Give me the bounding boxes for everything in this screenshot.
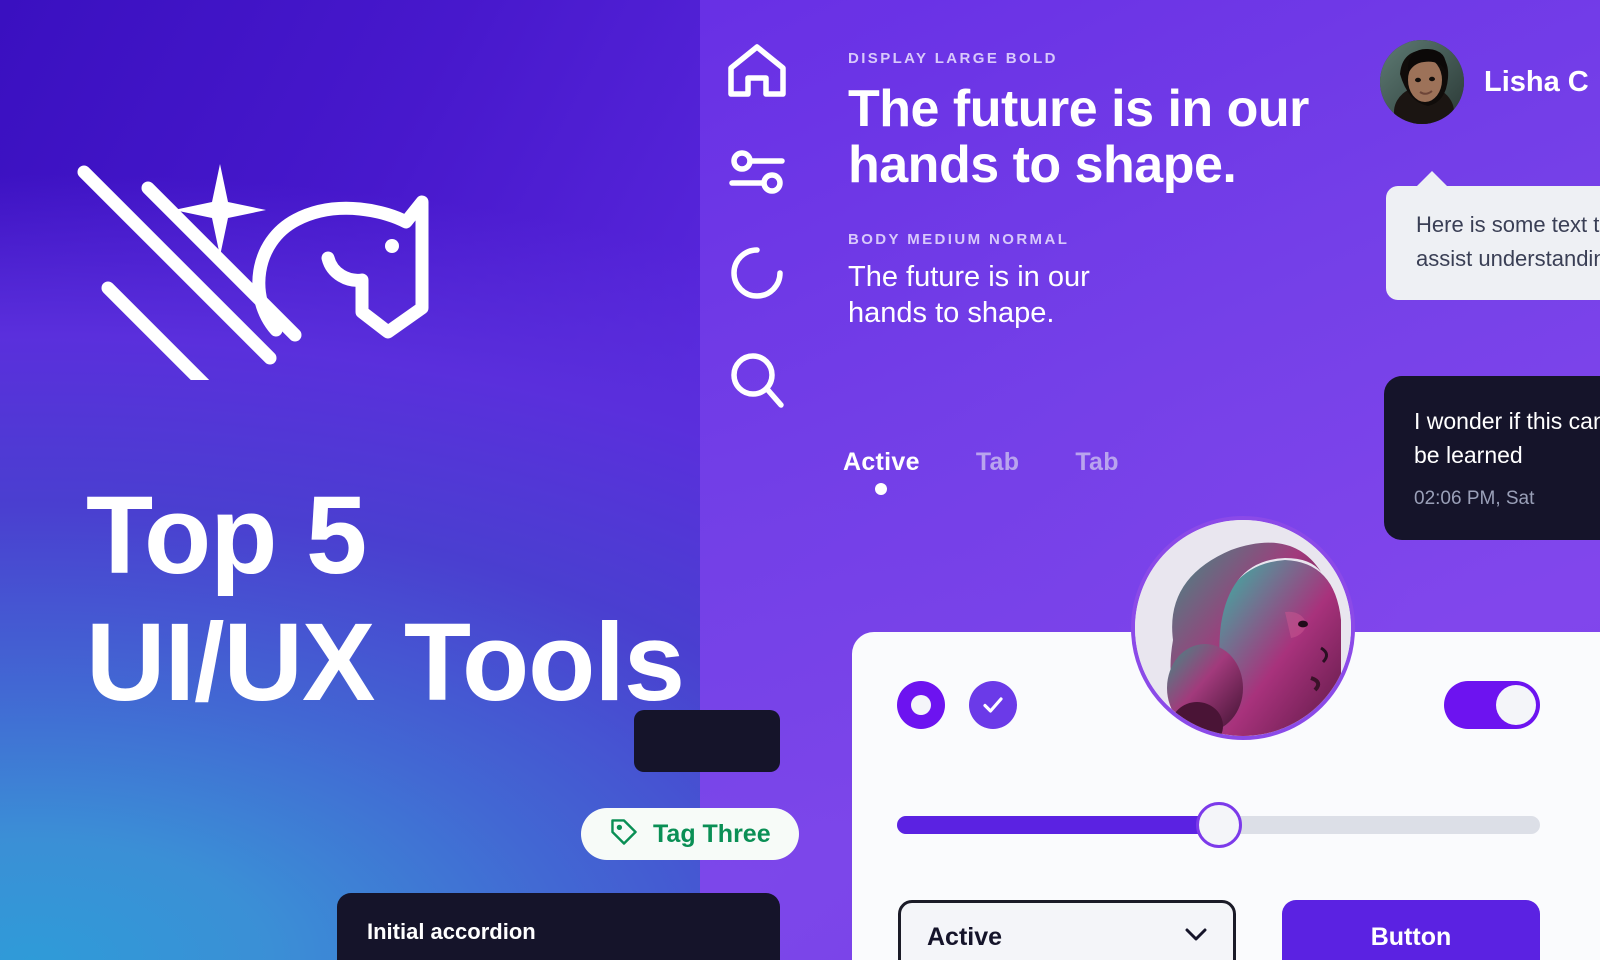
body-line-1: The future is in our xyxy=(848,261,1090,294)
dark-placeholder-block xyxy=(634,710,780,772)
tab-second[interactable]: Tab xyxy=(976,448,1020,497)
typography-specimen: DISPLAY LARGE BOLD The future is in our … xyxy=(848,50,1348,331)
display-eyebrow-label: DISPLAY LARGE BOLD xyxy=(848,50,1058,67)
body-line-2: hands to shape. xyxy=(848,296,1055,329)
sliders-settings-icon[interactable] xyxy=(726,148,788,196)
toggle-knob xyxy=(1496,685,1536,725)
slider-fill xyxy=(897,816,1219,834)
tab-label: Tab xyxy=(975,448,1020,476)
tag-icon xyxy=(609,817,639,852)
select-dropdown[interactable]: Active xyxy=(898,900,1236,960)
chat-timestamp: 02:06 PM, Sat xyxy=(1414,488,1535,510)
chevron-down-icon xyxy=(1185,928,1207,947)
icon-rail xyxy=(722,42,792,410)
accordion-title: Initial accordion xyxy=(367,919,536,944)
tab-active[interactable]: Active xyxy=(843,448,920,497)
tooltip-arrow xyxy=(1416,171,1448,187)
page-title: Top 5 UI/UX Tools xyxy=(86,472,746,727)
tag-chip[interactable]: Tag Three xyxy=(581,808,799,860)
screenshot-root: Top 5 UI/UX Tools DISPLAY LARGE BOLD The… xyxy=(0,0,1600,960)
tab-label: Active xyxy=(843,448,920,476)
slider-knob[interactable] xyxy=(1195,802,1242,848)
profile-avatar[interactable] xyxy=(1131,516,1355,740)
radio-inner-dot xyxy=(911,695,931,715)
tab-active-indicator-dot xyxy=(875,483,888,495)
unicorn-horse-head-with-star-icon xyxy=(70,130,440,405)
avatar[interactable] xyxy=(1380,40,1464,124)
button-label: Button xyxy=(1370,922,1452,951)
select-value: Active xyxy=(927,922,1003,951)
display-large-sample: The future is in our hands to shape. xyxy=(848,81,1348,193)
tab-bar: Active Tab Tab xyxy=(843,448,1119,497)
tooltip: Here is some text to assist understandin… xyxy=(1386,171,1600,300)
tag-label: Tag Three xyxy=(653,819,771,848)
display-line-1: The future is in our xyxy=(848,80,1309,138)
checkbox[interactable] xyxy=(969,681,1017,729)
home-icon[interactable] xyxy=(726,42,788,100)
search-icon[interactable] xyxy=(728,350,786,410)
chat-message-text: I wonder if this can be learned xyxy=(1414,408,1600,469)
body-eyebrow-label: BODY MEDIUM NORMAL xyxy=(848,231,1070,249)
checkmark-icon xyxy=(983,697,1003,713)
display-line-2: hands to shape. xyxy=(848,136,1237,195)
loading-spinner-icon[interactable] xyxy=(728,244,786,302)
primary-button[interactable]: Button xyxy=(1282,900,1540,960)
tab-third[interactable]: Tab xyxy=(1075,448,1119,497)
tooltip-text: Here is some text to assist understandin… xyxy=(1416,212,1600,271)
brand-title-line-2: UI/UX Tools xyxy=(86,601,685,725)
chat-bubble: I wonder if this can be learned 02:06 PM… xyxy=(1384,376,1600,541)
radio-button[interactable] xyxy=(897,681,945,729)
accordion-panel[interactable]: Initial accordion xyxy=(337,893,780,960)
body-medium-sample: The future is in our hands to shape. xyxy=(848,260,1348,331)
person-name: Lisha C xyxy=(1484,65,1589,98)
brand-title-line-1: Top 5 xyxy=(86,473,367,597)
range-slider[interactable] xyxy=(897,802,1540,848)
toggle-switch[interactable] xyxy=(1444,681,1540,729)
person-header: Lisha C xyxy=(1380,40,1589,124)
tab-label: Tab xyxy=(1075,448,1119,476)
